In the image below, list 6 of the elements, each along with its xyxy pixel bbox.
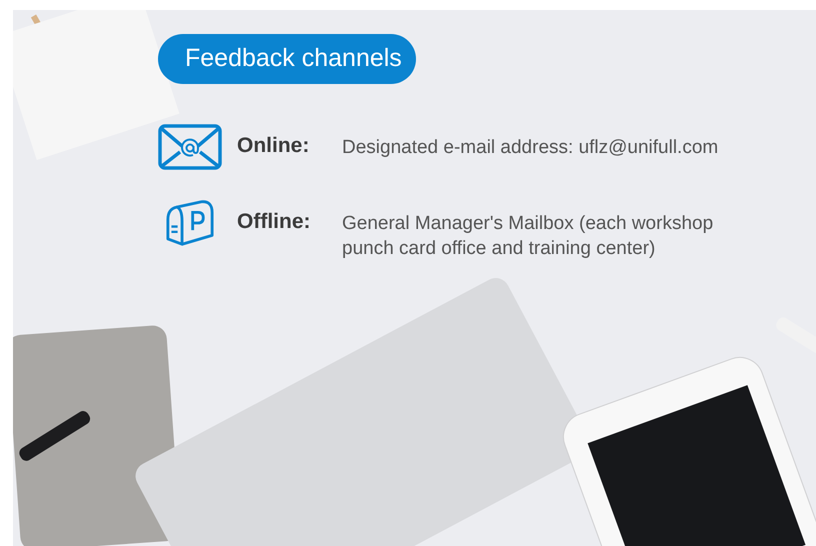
channel-label: Online:	[237, 133, 310, 158]
channel-description: Designated e-mail address: uflz@unifull.com	[342, 136, 720, 160]
section-heading: Feedback channels	[158, 34, 416, 84]
envelope-icon	[158, 124, 222, 170]
channel-label: Offline:	[237, 209, 312, 234]
channel-description: General Manager's Mailbox (each workshop punch card office and training center)	[342, 212, 714, 261]
